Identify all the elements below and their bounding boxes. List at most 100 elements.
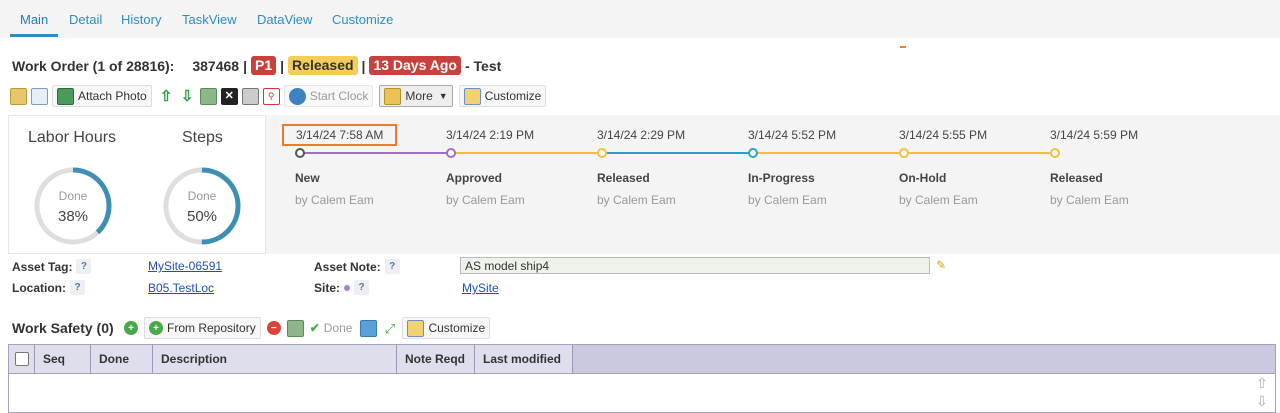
help-icon[interactable]: ?: [70, 280, 85, 295]
work-safety-grid-body: ⇧ ⇩: [8, 374, 1276, 413]
work-safety-toolbar: + + From Repository − ✔ Done ⤢ Customize: [124, 316, 496, 340]
site-label-text: Site:: [314, 280, 341, 295]
asset-note-field[interactable]: AS model ship4: [460, 257, 930, 274]
timeline-author: by Calem Eam: [295, 193, 374, 207]
pencil-icon[interactable]: ✎: [936, 258, 946, 272]
column-last-modified[interactable]: Last modified: [475, 345, 573, 373]
labor-hours-ring: Done 38%: [32, 165, 114, 247]
tab-taskview[interactable]: TaskView: [182, 12, 237, 27]
progress-panel: Labor Hours Steps Done 38% Done 50%: [8, 115, 266, 254]
timeline-status: Released: [1050, 171, 1103, 185]
help-icon[interactable]: ?: [384, 259, 400, 274]
timeline-date: 3/14/24 5:59 PM: [1050, 128, 1139, 142]
timeline-status: Approved: [446, 171, 503, 185]
column-note-reqd[interactable]: Note Reqd: [397, 345, 475, 373]
work-safety-customize-button[interactable]: Customize: [402, 317, 491, 339]
attach-photo-label: Attach Photo: [78, 89, 147, 103]
timeline-author: by Calem Eam: [748, 193, 827, 207]
site-link[interactable]: MySite: [462, 281, 499, 295]
work-safety-grid-header: Seq Done Description Note Reqd Last modi…: [8, 344, 1276, 374]
labor-hours-percent: 38%: [57, 208, 89, 225]
work-safety-title: Work Safety (0): [12, 320, 114, 336]
start-clock-button[interactable]: Start Clock: [283, 85, 374, 107]
export-icon[interactable]: [360, 319, 378, 337]
timeline-date: 3/14/24 2:29 PM: [597, 128, 686, 142]
asset-note-label-text: Asset Note:: [314, 259, 381, 274]
timeline-status: In-Progress: [748, 171, 815, 185]
customize-icon: [463, 87, 481, 105]
timeline-author: by Calem Eam: [899, 193, 978, 207]
help-icon[interactable]: ?: [354, 280, 370, 295]
print-icon[interactable]: [241, 87, 259, 105]
delete-icon[interactable]: ✕: [220, 87, 238, 105]
timeline-connector: [300, 152, 451, 154]
column-seq[interactable]: Seq: [35, 345, 91, 373]
asset-tag-label-text: Asset Tag:: [12, 259, 73, 274]
timeline-author: by Calem Eam: [597, 193, 676, 207]
timeline-connector: [602, 152, 753, 154]
done-button[interactable]: ✔ Done: [308, 317, 355, 339]
timeline-connector: [753, 152, 904, 154]
start-clock-label: Start Clock: [309, 89, 369, 103]
scroll-up-icon[interactable]: ⇧: [1255, 376, 1269, 390]
timeline-date: 3/14/24 5:55 PM: [899, 128, 988, 142]
refresh-icon[interactable]: [199, 87, 217, 105]
asset-tag-link[interactable]: MySite-06591: [148, 259, 222, 273]
customize-button[interactable]: Customize: [458, 85, 547, 107]
timeline-node: [446, 148, 456, 158]
timeline-node: [1050, 148, 1060, 158]
more-label: More: [405, 89, 433, 103]
copy-icon[interactable]: [31, 87, 48, 105]
select-all-checkbox[interactable]: [15, 352, 29, 366]
steps-ring: Done 50%: [161, 165, 243, 247]
tab-customize[interactable]: Customize: [332, 12, 393, 27]
timeline-author: by Calem Eam: [1050, 193, 1129, 207]
pdf-icon[interactable]: ⚲: [262, 87, 280, 105]
site-label: Site: ?: [314, 280, 370, 295]
tab-detail[interactable]: Detail: [69, 12, 102, 27]
folder-icon: [384, 87, 402, 105]
from-repository-button[interactable]: + From Repository: [144, 317, 261, 339]
labor-hours-done-label: Done: [58, 189, 88, 203]
up-arrow-icon[interactable]: ⇧: [158, 88, 175, 105]
done-label: Done: [323, 321, 353, 335]
work-order-number: 387468: [192, 57, 240, 74]
steps-ring-chart: [163, 167, 241, 245]
labor-hours-label: Labor Hours: [28, 129, 117, 146]
priority-badge: P1: [251, 56, 277, 75]
timeline-node: [748, 148, 758, 158]
add-icon[interactable]: +: [124, 321, 138, 335]
timeline-date: 3/14/24 2:19 PM: [446, 128, 535, 142]
edit-icon[interactable]: [10, 87, 27, 105]
status-badge: Released: [288, 56, 358, 75]
expand-icon[interactable]: ⤢: [381, 320, 398, 337]
tab-history[interactable]: History: [121, 12, 161, 27]
timeline-author: by Calem Eam: [446, 193, 525, 207]
tab-main[interactable]: Main: [20, 12, 48, 27]
timeline-date: 3/14/24 5:52 PM: [748, 128, 837, 142]
from-repository-label: From Repository: [167, 321, 256, 335]
more-dropdown[interactable]: More ▼: [379, 85, 453, 107]
tab-dataview[interactable]: DataView: [257, 12, 312, 27]
column-description[interactable]: Description: [153, 345, 397, 373]
remove-icon[interactable]: −: [266, 321, 281, 335]
location-link[interactable]: B05.TestLoc: [148, 281, 214, 295]
add-icon: +: [149, 321, 163, 335]
status-timeline: 3/14/24 7:58 AM 3/14/24 2:19 PM 3/14/24 2:…: [266, 115, 1280, 254]
column-done[interactable]: Done: [91, 345, 153, 373]
timeline-date: 3/14/24 7:58 AM: [282, 124, 398, 146]
timeline-status: On-Hold: [899, 171, 947, 185]
down-arrow-icon[interactable]: ⇩: [179, 88, 196, 105]
attach-photo-button[interactable]: Attach Photo: [52, 85, 152, 107]
refresh-icon[interactable]: [286, 319, 304, 337]
location-label: Location: ?: [12, 280, 85, 295]
timeline-connector: [904, 152, 1055, 154]
timeline-node: [597, 148, 607, 158]
work-order-title: Work Order (1 of 28816): 387468 | P1 | R…: [12, 56, 501, 75]
timeline-node: [295, 148, 305, 158]
timeline-status: Released: [597, 171, 650, 185]
site-status-dot: [344, 284, 351, 291]
help-icon[interactable]: ?: [76, 259, 92, 274]
timeline-status: New: [295, 171, 320, 185]
scroll-down-icon[interactable]: ⇩: [1255, 394, 1269, 408]
